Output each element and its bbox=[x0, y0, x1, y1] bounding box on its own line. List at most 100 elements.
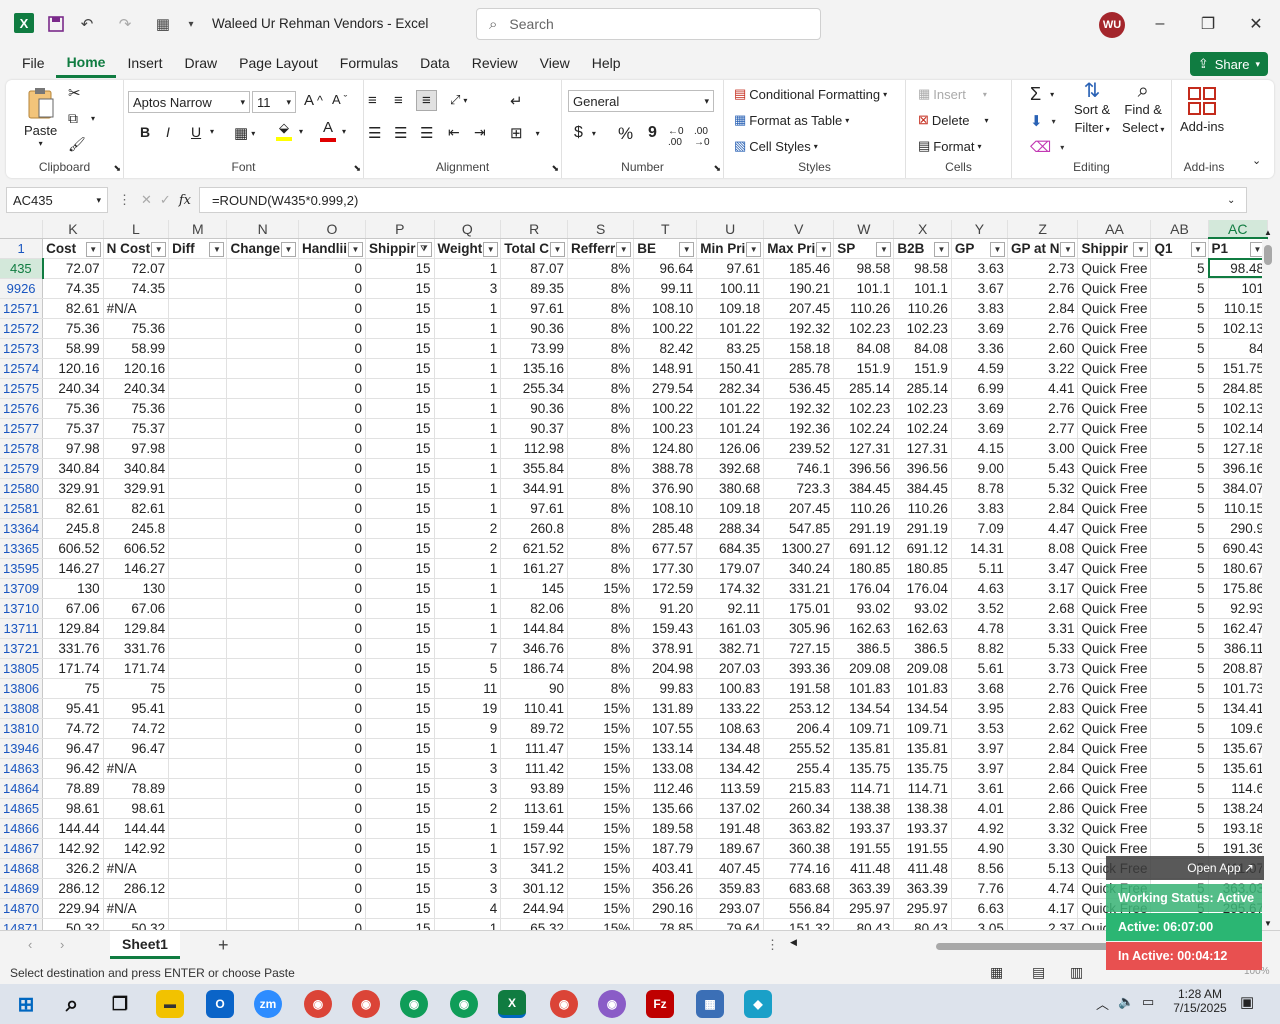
cell[interactable]: 78.89 bbox=[103, 778, 170, 799]
cell[interactable]: 683.68 bbox=[763, 878, 835, 899]
cell[interactable]: 5 bbox=[1150, 658, 1209, 679]
cell[interactable]: 99.83 bbox=[633, 678, 698, 699]
tab-help[interactable]: Help bbox=[581, 48, 632, 78]
cell[interactable]: 191.55 bbox=[893, 838, 952, 859]
cell[interactable]: 15% bbox=[567, 878, 635, 899]
cell[interactable]: 109.18 bbox=[696, 498, 765, 519]
cell[interactable]: 176.04 bbox=[833, 578, 895, 599]
filezilla-icon[interactable]: Fz bbox=[646, 990, 674, 1018]
cell[interactable]: 331.21 bbox=[763, 578, 835, 599]
addins-button[interactable]: Add-ins bbox=[1180, 86, 1224, 134]
cell[interactable]: 8% bbox=[567, 678, 635, 699]
cell[interactable]: 0 bbox=[298, 858, 367, 879]
cell[interactable] bbox=[226, 398, 299, 419]
format-cells-button[interactable]: ▤ Format ▾ bbox=[918, 138, 981, 154]
cell[interactable]: 50.32 bbox=[103, 918, 170, 930]
cell[interactable]: 96.47 bbox=[103, 738, 170, 759]
cell[interactable]: 145 bbox=[500, 578, 568, 599]
cell[interactable]: 175.86 bbox=[1208, 578, 1268, 599]
cell[interactable] bbox=[168, 258, 228, 279]
column-header[interactable]: X bbox=[893, 220, 952, 239]
cell[interactable]: 363.39 bbox=[833, 878, 895, 899]
cell[interactable]: 3.68 bbox=[951, 678, 1008, 699]
cell[interactable]: 100.83 bbox=[696, 678, 765, 699]
cell[interactable]: 4.63 bbox=[951, 578, 1008, 599]
cell[interactable]: 0 bbox=[298, 898, 367, 919]
cell[interactable]: 89.35 bbox=[500, 278, 568, 299]
row-header[interactable]: 14865 bbox=[0, 798, 44, 819]
cell[interactable]: 15 bbox=[365, 378, 435, 399]
row-header[interactable]: 1 bbox=[0, 238, 44, 259]
cell[interactable]: 340.84 bbox=[42, 458, 104, 479]
cell[interactable]: 15 bbox=[365, 478, 435, 499]
chevron-down-icon[interactable]: ▾ bbox=[210, 127, 214, 136]
cell[interactable]: 359.83 bbox=[696, 878, 765, 899]
cell[interactable]: 8% bbox=[567, 638, 635, 659]
cell[interactable]: 111.42 bbox=[500, 758, 568, 779]
cell[interactable]: 0 bbox=[298, 458, 367, 479]
cell[interactable]: 15 bbox=[365, 438, 435, 459]
cell[interactable]: 110.15 bbox=[1208, 298, 1268, 319]
cell[interactable]: Quick Free bbox=[1077, 738, 1152, 759]
filter-dropdown-icon[interactable]: ▼ bbox=[85, 241, 101, 257]
cell[interactable]: 15 bbox=[365, 538, 435, 559]
cell[interactable]: 151.9 bbox=[893, 358, 952, 379]
cell[interactable]: 176.04 bbox=[893, 578, 952, 599]
cell[interactable]: 285.78 bbox=[763, 358, 835, 379]
cell[interactable]: 102.23 bbox=[833, 318, 895, 339]
cell[interactable]: 83.25 bbox=[696, 338, 765, 359]
cell[interactable]: 5 bbox=[1150, 278, 1209, 299]
row-header[interactable]: 13946 bbox=[0, 738, 44, 759]
cell[interactable]: 74.72 bbox=[42, 718, 104, 739]
cell[interactable]: 3.30 bbox=[1007, 838, 1079, 859]
cell[interactable] bbox=[226, 738, 299, 759]
cell[interactable]: 15 bbox=[365, 818, 435, 839]
cell[interactable]: 15 bbox=[365, 778, 435, 799]
cell[interactable]: 0 bbox=[298, 338, 367, 359]
cell[interactable]: 3.95 bbox=[951, 698, 1008, 719]
cell[interactable]: 15% bbox=[567, 858, 635, 879]
cell[interactable]: 5 bbox=[1150, 498, 1209, 519]
cell[interactable]: 15 bbox=[365, 358, 435, 379]
cell[interactable]: 5.43 bbox=[1007, 458, 1079, 479]
cell[interactable] bbox=[168, 898, 228, 919]
cell[interactable]: 93.89 bbox=[500, 778, 568, 799]
cell[interactable]: 144.44 bbox=[42, 818, 104, 839]
cell[interactable]: 774.16 bbox=[763, 858, 835, 879]
cell[interactable] bbox=[168, 638, 228, 659]
cell[interactable]: 209.08 bbox=[833, 658, 895, 679]
table-header-cell[interactable]: B2B ▼ bbox=[893, 238, 952, 259]
cell[interactable]: 363.82 bbox=[763, 818, 835, 839]
delete-cells-button[interactable]: ⊠ Delete ▾ bbox=[918, 112, 989, 128]
cell[interactable]: Quick Free bbox=[1077, 838, 1152, 859]
cell[interactable]: 547.85 bbox=[763, 518, 835, 539]
open-app-button[interactable]: Open App ↗ bbox=[1106, 856, 1264, 880]
cell[interactable]: 378.91 bbox=[633, 638, 698, 659]
chevron-down-icon[interactable]: ▾ bbox=[299, 127, 303, 136]
tab-insert[interactable]: Insert bbox=[116, 48, 173, 78]
cell[interactable] bbox=[168, 798, 228, 819]
cell[interactable] bbox=[226, 298, 299, 319]
filter-dropdown-icon[interactable]: ▼ bbox=[550, 241, 565, 257]
cell[interactable]: 396.56 bbox=[893, 458, 952, 479]
cell[interactable]: 8% bbox=[567, 618, 635, 639]
cell[interactable]: 8% bbox=[567, 458, 635, 479]
cell[interactable]: 102.24 bbox=[893, 418, 952, 439]
cell[interactable]: 5 bbox=[1150, 398, 1209, 419]
cell[interactable]: 102.23 bbox=[833, 398, 895, 419]
cell[interactable]: 114.6 bbox=[1208, 778, 1268, 799]
cell[interactable]: 1 bbox=[434, 498, 502, 519]
cell[interactable]: 135.81 bbox=[833, 738, 895, 759]
cell[interactable]: 8.08 bbox=[1007, 538, 1079, 559]
cell[interactable]: 135.61 bbox=[1208, 758, 1268, 779]
cell[interactable]: 185.46 bbox=[763, 258, 835, 279]
cell[interactable]: 97.98 bbox=[42, 438, 104, 459]
cell[interactable]: 109.71 bbox=[893, 718, 952, 739]
cell[interactable]: 101.22 bbox=[696, 398, 765, 419]
cell[interactable]: 99.11 bbox=[633, 278, 698, 299]
cell[interactable]: 2 bbox=[434, 518, 502, 539]
row-header[interactable]: 12572 bbox=[0, 318, 44, 339]
cell[interactable]: 8.82 bbox=[951, 638, 1008, 659]
cell[interactable]: 191.36 bbox=[1208, 838, 1268, 859]
normal-view-icon[interactable]: ▦ bbox=[990, 964, 1003, 981]
